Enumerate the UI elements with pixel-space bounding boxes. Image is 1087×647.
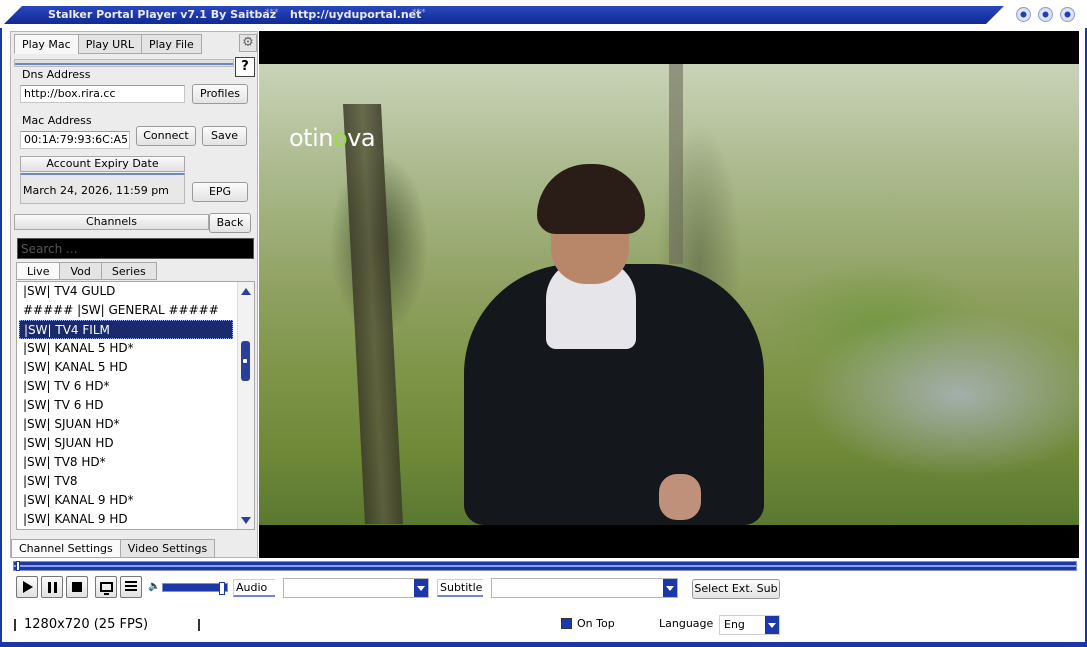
on-top-label: On Top bbox=[577, 617, 615, 630]
video-frame: otinova bbox=[259, 64, 1079, 525]
video-player[interactable]: otinova bbox=[259, 31, 1079, 558]
list-item[interactable]: |SW| TV 6 HD* bbox=[19, 377, 233, 396]
source-tabs: Play Mac Play URL Play File bbox=[14, 34, 202, 54]
maximize-icon[interactable] bbox=[1038, 7, 1053, 22]
speaker-icon: 🔈 bbox=[148, 581, 161, 592]
seek-bar[interactable] bbox=[13, 561, 1077, 571]
tab-series[interactable]: Series bbox=[100, 262, 157, 280]
dns-input[interactable]: http://box.rira.cc bbox=[20, 85, 185, 103]
title-bar[interactable]: Stalker Portal Player v7.1 By Saitbaz **… bbox=[0, 0, 1087, 30]
play-button[interactable] bbox=[16, 576, 38, 598]
window-controls bbox=[1016, 7, 1075, 22]
list-scrollbar[interactable] bbox=[237, 282, 254, 529]
expiry-value: March 24, 2026, 11:59 pm bbox=[23, 184, 169, 197]
tree-trunk bbox=[342, 104, 404, 524]
pause-button[interactable] bbox=[41, 576, 63, 598]
tab-play-url[interactable]: Play URL bbox=[77, 34, 142, 54]
minimize-icon[interactable] bbox=[1016, 7, 1031, 22]
list-item[interactable]: |SW| KANAL 5 HD* bbox=[19, 339, 233, 358]
resolution-text: 1280x720 (25 FPS) bbox=[24, 617, 149, 632]
search-input[interactable]: Search ... bbox=[17, 238, 254, 259]
tab-play-mac[interactable]: Play Mac bbox=[14, 34, 79, 54]
subtitle-select[interactable] bbox=[491, 578, 678, 598]
close-icon[interactable] bbox=[1060, 7, 1075, 22]
seek-thumb[interactable] bbox=[16, 561, 20, 571]
tab-video-settings[interactable]: Video Settings bbox=[119, 539, 216, 558]
expiry-label: Account Expiry Date bbox=[20, 156, 185, 172]
controls-row: 🔈 Audio Subtitle Select Ext. Sub bbox=[0, 576, 1087, 603]
list-item[interactable]: |SW| SJUAN HD* bbox=[19, 415, 233, 434]
channel-logo: otinova bbox=[289, 124, 376, 152]
language-select[interactable]: Eng bbox=[719, 615, 780, 635]
expiry-box: March 24, 2026, 11:59 pm bbox=[20, 173, 185, 204]
language-label: Language bbox=[659, 617, 714, 630]
list-item[interactable]: |SW| TV 6 HD bbox=[19, 396, 233, 415]
save-button[interactable]: Save bbox=[202, 126, 247, 146]
gear-icon[interactable]: ⚙ bbox=[239, 34, 257, 52]
window-url: http://uyduportal.net bbox=[290, 8, 422, 21]
stop-icon bbox=[72, 582, 82, 592]
tab-vod[interactable]: Vod bbox=[59, 262, 102, 280]
subtitle-label: Subtitle bbox=[437, 579, 483, 597]
tab-channel-settings[interactable]: Channel Settings bbox=[11, 539, 121, 558]
scroll-up-icon[interactable] bbox=[241, 288, 251, 295]
on-top-checkbox[interactable] bbox=[561, 618, 572, 629]
tab-live[interactable]: Live bbox=[16, 262, 61, 280]
stop-button[interactable] bbox=[66, 576, 88, 598]
volume-slider[interactable] bbox=[162, 582, 228, 595]
pause-icon bbox=[47, 581, 57, 593]
audio-label: Audio bbox=[233, 579, 275, 597]
mac-input[interactable]: 00:1A:79:93:6C:A5 bbox=[20, 131, 130, 149]
connect-button[interactable]: Connect bbox=[136, 126, 196, 146]
title-stars-left: *** bbox=[265, 8, 279, 18]
status-separator bbox=[198, 619, 200, 631]
chevron-down-icon[interactable] bbox=[765, 616, 779, 634]
monitor-icon bbox=[99, 582, 113, 595]
tab-underline-bar bbox=[14, 59, 234, 67]
tab-play-file[interactable]: Play File bbox=[140, 34, 202, 54]
scroll-thumb[interactable] bbox=[241, 341, 250, 381]
back-button[interactable]: Back bbox=[209, 213, 251, 233]
list-item[interactable]: |SW| TV8 HD* bbox=[19, 453, 233, 472]
list-tabs: Live Vod Series bbox=[16, 262, 157, 280]
title-stars-right: *** bbox=[412, 8, 426, 18]
logo-accent-letter: o bbox=[332, 124, 348, 152]
language-value: Eng bbox=[724, 618, 745, 631]
dns-label: Dns Address bbox=[22, 68, 91, 81]
audio-select[interactable] bbox=[283, 578, 429, 598]
channels-label: Channels bbox=[14, 214, 209, 230]
chevron-down-icon[interactable] bbox=[663, 579, 677, 597]
scroll-down-icon[interactable] bbox=[241, 517, 251, 524]
status-bar: 1280x720 (25 FPS) On Top Language Eng bbox=[0, 612, 1087, 638]
person-hair bbox=[537, 164, 645, 234]
list-item[interactable]: |SW| KANAL 9 HD* bbox=[19, 491, 233, 510]
list-item[interactable]: |SW| KANAL 5 HD bbox=[19, 358, 233, 377]
tree-trunk-far bbox=[669, 64, 683, 264]
left-panel: Play Mac Play URL Play File ⚙ ? Dns Addr… bbox=[10, 31, 258, 558]
mac-label: Mac Address bbox=[22, 114, 92, 127]
status-separator bbox=[14, 619, 16, 631]
channel-list[interactable]: |SW| TV4 GULD ##### |SW| GENERAL ##### |… bbox=[16, 281, 255, 530]
select-ext-sub-button[interactable]: Select Ext. Sub bbox=[692, 579, 780, 599]
fullscreen-button[interactable] bbox=[95, 576, 117, 598]
profiles-button[interactable]: Profiles bbox=[192, 84, 248, 104]
window-bottom-border bbox=[0, 642, 1087, 647]
list-icon bbox=[125, 581, 137, 593]
person-hand bbox=[659, 474, 701, 520]
list-item[interactable]: ##### |SW| GENERAL ##### bbox=[19, 301, 233, 320]
list-item[interactable]: |SW| TV8 bbox=[19, 472, 233, 491]
list-item-selected[interactable]: |SW| TV4 FILM bbox=[19, 320, 233, 339]
list-item[interactable]: |SW| TV4 GULD bbox=[19, 282, 233, 301]
list-item[interactable]: |SW| KANAL 9 HD bbox=[19, 510, 233, 529]
window-title: Stalker Portal Player v7.1 By Saitbaz bbox=[48, 8, 277, 21]
help-button[interactable]: ? bbox=[235, 57, 255, 77]
playlist-button[interactable] bbox=[120, 576, 142, 598]
chevron-down-icon[interactable] bbox=[414, 579, 428, 597]
play-icon bbox=[23, 581, 33, 593]
settings-tabs: Channel Settings Video Settings bbox=[11, 539, 216, 558]
list-item[interactable]: |SW| SJUAN HD bbox=[19, 434, 233, 453]
epg-button[interactable]: EPG bbox=[192, 182, 248, 202]
